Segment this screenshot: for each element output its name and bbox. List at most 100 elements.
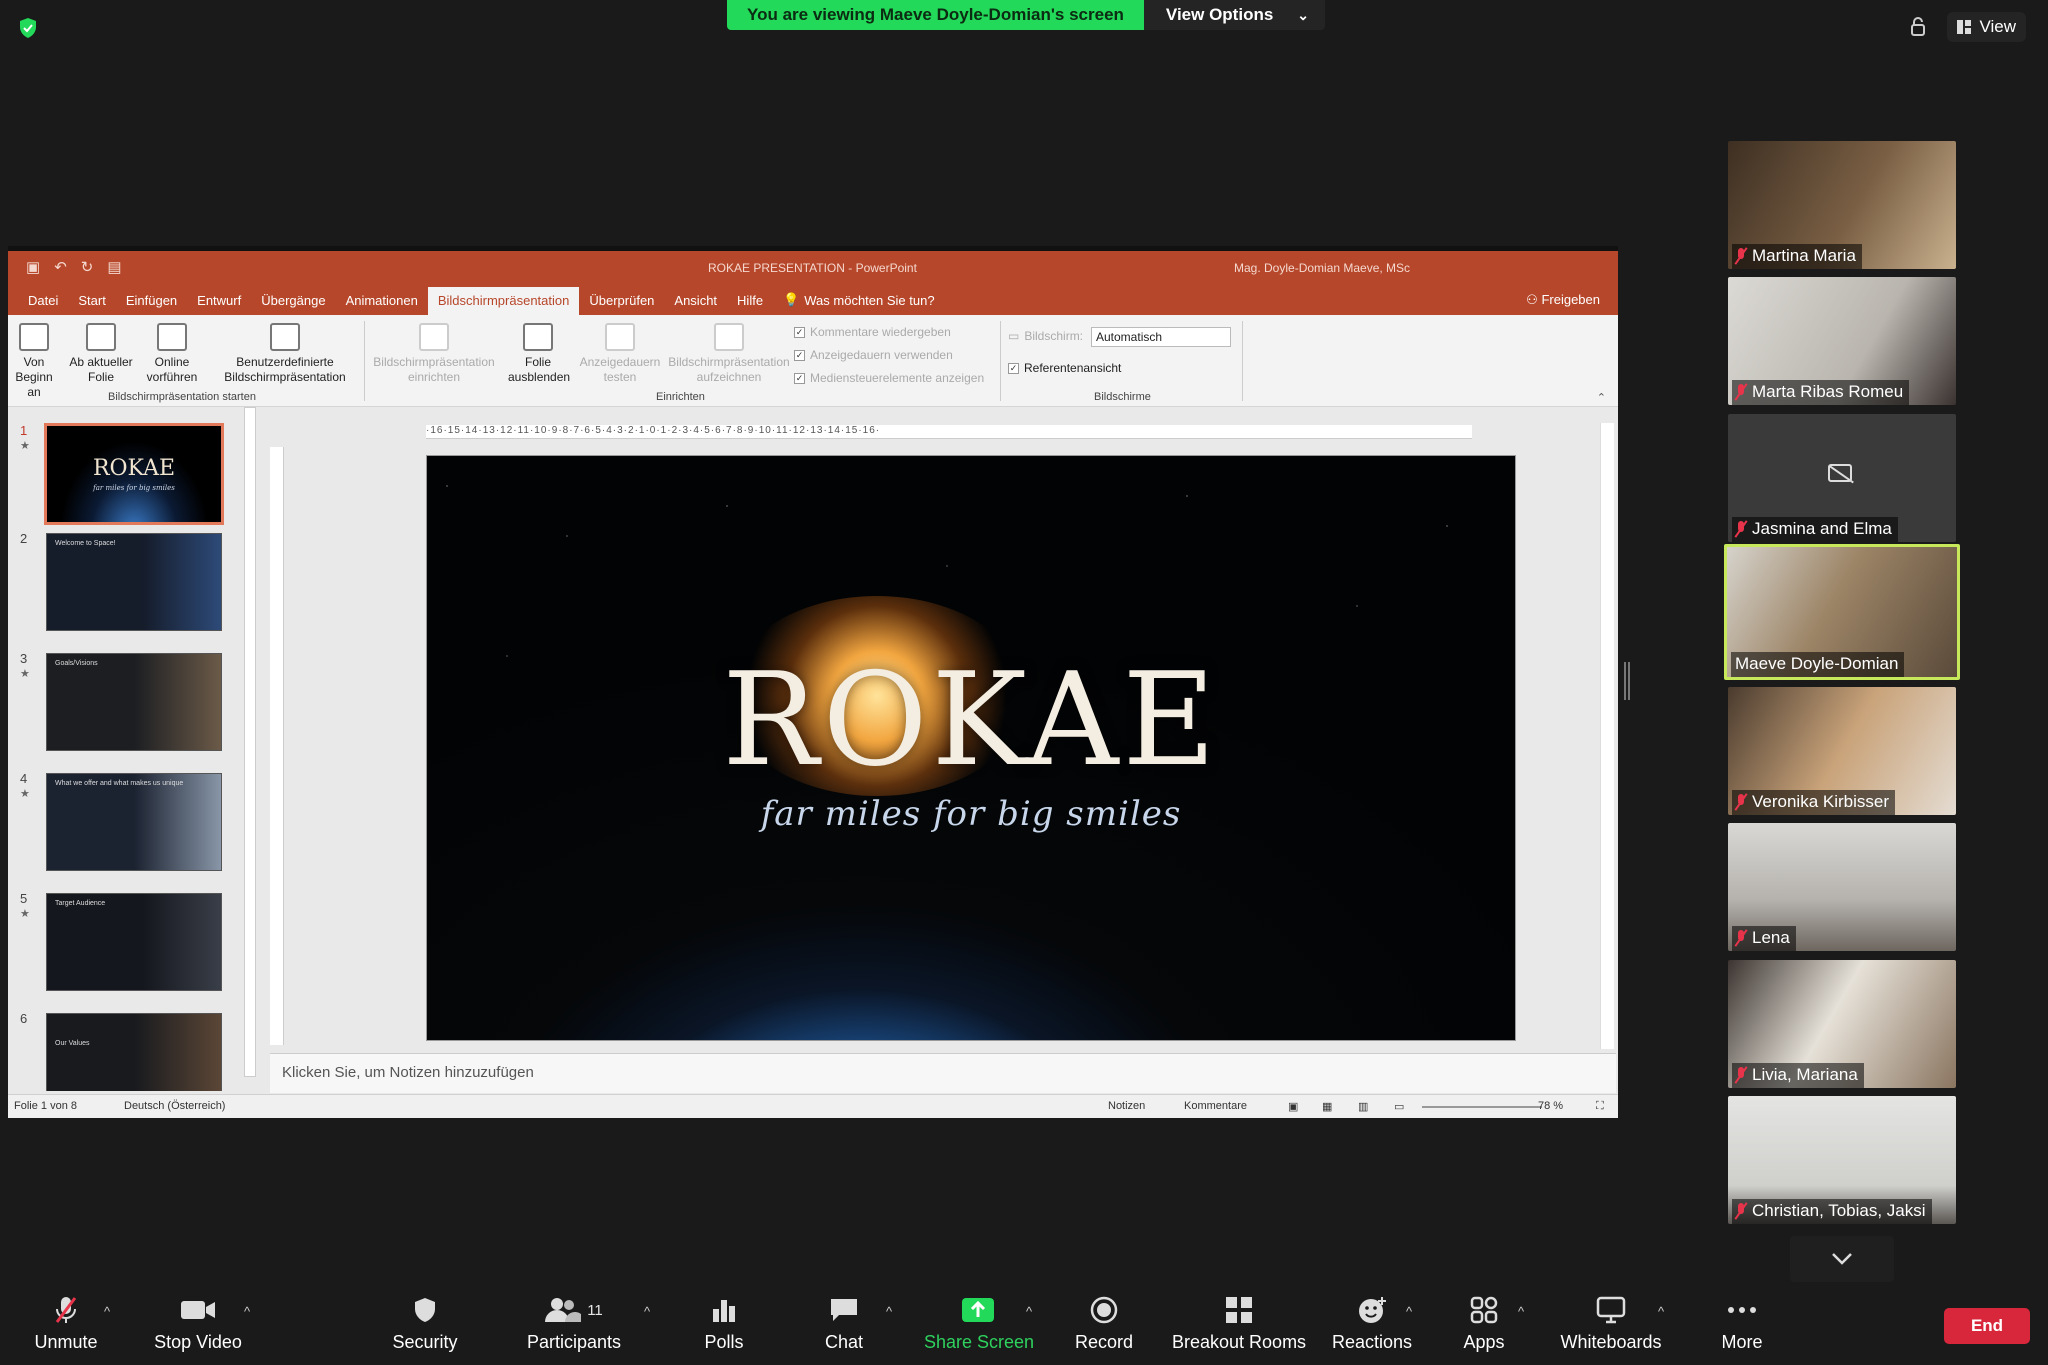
participant-tile[interactable]: Marta Ribas Romeu bbox=[1728, 277, 1956, 405]
participants-button[interactable]: 11 Participants bbox=[526, 1290, 622, 1365]
record-button[interactable]: Record bbox=[1072, 1290, 1136, 1365]
security-button[interactable]: Security bbox=[390, 1290, 460, 1365]
tab-entwurf[interactable]: Entwurf bbox=[187, 293, 251, 315]
end-meeting-button[interactable]: End bbox=[1944, 1308, 2030, 1344]
share-options-caret[interactable]: ^ bbox=[1026, 1304, 1032, 1319]
tab-ueberpruefen[interactable]: Überprüfen bbox=[579, 293, 664, 315]
tab-einfuegen[interactable]: Einfügen bbox=[116, 293, 187, 315]
ribbon-divider bbox=[1242, 321, 1243, 401]
slide-thumbnail[interactable]: 2 Welcome to Space! bbox=[8, 531, 258, 641]
online-vorfuehren-button[interactable]: Online vorführen bbox=[144, 323, 200, 385]
view-button[interactable]: View bbox=[1947, 12, 2026, 42]
participant-tile[interactable]: Christian, Tobias, Jaksi bbox=[1728, 1096, 1956, 1224]
save-icon[interactable]: ▣ bbox=[26, 258, 40, 276]
reactions-smiley-icon bbox=[1359, 1297, 1386, 1323]
participant-tile-active-speaker[interactable]: Maeve Doyle-Domian bbox=[1724, 544, 1960, 680]
editor-scrollbar[interactable] bbox=[1600, 423, 1614, 1049]
unmute-button[interactable]: Unmute bbox=[26, 1290, 106, 1365]
slide-sorter-icon[interactable]: ▦ bbox=[1322, 1100, 1332, 1113]
button-label: Bildschirmpräsentation bbox=[373, 355, 495, 369]
slide-thumbnail[interactable]: 5 ★ Target Audience bbox=[8, 891, 258, 1001]
tab-bildschirmpraesentation[interactable]: Bildschirmpräsentation bbox=[427, 287, 580, 315]
zoom-slider[interactable] bbox=[1422, 1106, 1542, 1108]
share-screen-button[interactable]: Share Screen bbox=[924, 1290, 1034, 1365]
apps-button[interactable]: Apps bbox=[1456, 1290, 1512, 1365]
collapse-ribbon-icon[interactable]: ⌃ bbox=[1597, 391, 1606, 404]
reactions-button[interactable]: Reactions bbox=[1330, 1290, 1414, 1365]
main-slide-canvas[interactable]: ROKAE far miles for big smiles bbox=[426, 455, 1516, 1041]
slide-subtitle[interactable]: far miles for big smiles bbox=[427, 794, 1515, 834]
slideshow-view-icon[interactable]: ▭ bbox=[1394, 1100, 1404, 1113]
einrichten-button[interactable]: Bildschirmpräsentation einrichten bbox=[364, 323, 504, 385]
tab-animationen[interactable]: Animationen bbox=[336, 293, 428, 315]
anzeigedauern-testen-button[interactable]: Anzeigedauern testen bbox=[570, 323, 670, 385]
slide-number: 1 bbox=[20, 423, 28, 438]
undo-icon[interactable]: ↶ bbox=[54, 258, 67, 276]
tab-uebergaenge[interactable]: Übergänge bbox=[251, 293, 335, 315]
polls-bar-chart-icon bbox=[713, 1300, 735, 1322]
language-status[interactable]: Deutsch (Österreich) bbox=[124, 1100, 225, 1112]
apps-options-caret[interactable]: ^ bbox=[1518, 1304, 1524, 1319]
participant-tile[interactable]: Veronika Kirbisser bbox=[1728, 687, 1956, 815]
encryption-shield-icon[interactable] bbox=[16, 16, 40, 40]
powerpoint-user-name: Mag. Doyle-Domian Maeve, MSc bbox=[1234, 261, 1411, 275]
immersive-view-icon[interactable] bbox=[1907, 15, 1929, 39]
stop-video-button[interactable]: Stop Video bbox=[150, 1290, 246, 1365]
notes-toggle[interactable]: Notizen bbox=[1108, 1100, 1145, 1112]
breakout-rooms-button[interactable]: Breakout Rooms bbox=[1172, 1290, 1306, 1365]
more-button[interactable]: More bbox=[1710, 1290, 1774, 1365]
referentenansicht-checkbox[interactable]: ✓ Referentenansicht bbox=[1008, 361, 1121, 375]
notes-pane[interactable]: Klicken Sie, um Notizen hinzuzufügen bbox=[270, 1053, 1616, 1093]
video-options-caret[interactable]: ^ bbox=[244, 1304, 250, 1319]
participants-options-caret[interactable]: ^ bbox=[644, 1304, 650, 1319]
tab-datei[interactable]: Datei bbox=[18, 293, 68, 315]
button-label: Folie bbox=[87, 370, 114, 384]
chat-options-caret[interactable]: ^ bbox=[886, 1304, 892, 1319]
view-options-button[interactable]: View Options ⌄ bbox=[1143, 0, 1326, 30]
panel-splitter-handle[interactable] bbox=[1624, 662, 1630, 700]
share-screen-arrow-icon bbox=[962, 1298, 994, 1322]
aufzeichnen-button[interactable]: Bildschirmpräsentation aufzeichnen bbox=[664, 323, 794, 385]
polls-button[interactable]: Polls bbox=[694, 1290, 754, 1365]
participant-tile[interactable]: Lena bbox=[1728, 823, 1956, 951]
tab-hilfe[interactable]: Hilfe bbox=[727, 293, 773, 315]
chat-button[interactable]: Chat bbox=[816, 1290, 872, 1365]
checkbox-label: Kommentare wiedergeben bbox=[810, 325, 951, 339]
slide-thumbnail[interactable]: 6 Our Values bbox=[8, 1011, 258, 1091]
slide-title[interactable]: ROKAE bbox=[427, 646, 1515, 795]
benutzerdefinierte-button[interactable]: Benutzerdefinierte Bildschirmpräsentation bbox=[212, 323, 358, 385]
tab-ansicht[interactable]: Ansicht bbox=[664, 293, 727, 315]
shared-screen[interactable]: ▣ ↶ ↻ ▤ ROKAE PRESENTATION - PowerPoint … bbox=[8, 246, 1618, 1118]
kommentare-checkbox[interactable]: ✓ Kommentare wiedergeben bbox=[794, 325, 951, 339]
participant-tile[interactable]: Jasmina and Elma bbox=[1728, 414, 1956, 542]
reactions-options-caret[interactable]: ^ bbox=[1406, 1304, 1412, 1319]
redo-icon[interactable]: ↻ bbox=[81, 258, 94, 276]
button-label: Bildschirmpräsentation bbox=[668, 355, 790, 369]
comments-toggle[interactable]: Kommentare bbox=[1184, 1100, 1247, 1112]
bildschirm-select[interactable]: Automatisch bbox=[1091, 327, 1231, 347]
slide-thumbnail[interactable]: 1 ★ ROKAE far miles for big smiles bbox=[8, 423, 258, 533]
tab-start[interactable]: Start bbox=[68, 293, 115, 315]
reading-view-icon[interactable]: ▥ bbox=[1358, 1100, 1368, 1113]
folie-ausblenden-button[interactable]: Folie ausblenden bbox=[508, 323, 570, 385]
thumbnail-scrollbar[interactable] bbox=[244, 407, 256, 1077]
medien-checkbox[interactable]: ✓ Mediensteuerelemente anzeigen bbox=[794, 371, 984, 385]
von-beginn-button[interactable]: Von Beginn an bbox=[12, 323, 56, 400]
slide-thumbnail[interactable]: 4 ★ What we offer and what makes us uniq… bbox=[8, 771, 258, 881]
tell-me-search[interactable]: 💡 Was möchten Sie tun? bbox=[773, 292, 945, 315]
anzeigedauern-checkbox[interactable]: ✓ Anzeigedauern verwenden bbox=[794, 348, 953, 362]
participant-tile[interactable]: Livia, Mariana bbox=[1728, 960, 1956, 1088]
start-presentation-icon[interactable]: ▤ bbox=[107, 258, 121, 276]
fit-to-window-icon[interactable]: ⛶ bbox=[1596, 1100, 1604, 1113]
share-button[interactable]: ⚇ Freigeben bbox=[1526, 292, 1600, 308]
whiteboards-button[interactable]: Whiteboards bbox=[1558, 1290, 1664, 1365]
unmute-options-caret[interactable]: ^ bbox=[104, 1304, 110, 1319]
slide-thumbnail[interactable]: 3 ★ Goals/Visions bbox=[8, 651, 258, 761]
ab-aktueller-folie-button[interactable]: Ab aktueller Folie bbox=[68, 323, 134, 385]
participant-tile[interactable]: Martina Maria bbox=[1728, 141, 1956, 269]
chat-bubble-icon bbox=[831, 1299, 857, 1321]
normal-view-icon[interactable]: ▣ bbox=[1288, 1100, 1298, 1113]
zoom-level[interactable]: 78 % bbox=[1538, 1100, 1563, 1112]
scroll-participants-down-button[interactable] bbox=[1790, 1236, 1894, 1282]
whiteboards-options-caret[interactable]: ^ bbox=[1658, 1304, 1664, 1319]
